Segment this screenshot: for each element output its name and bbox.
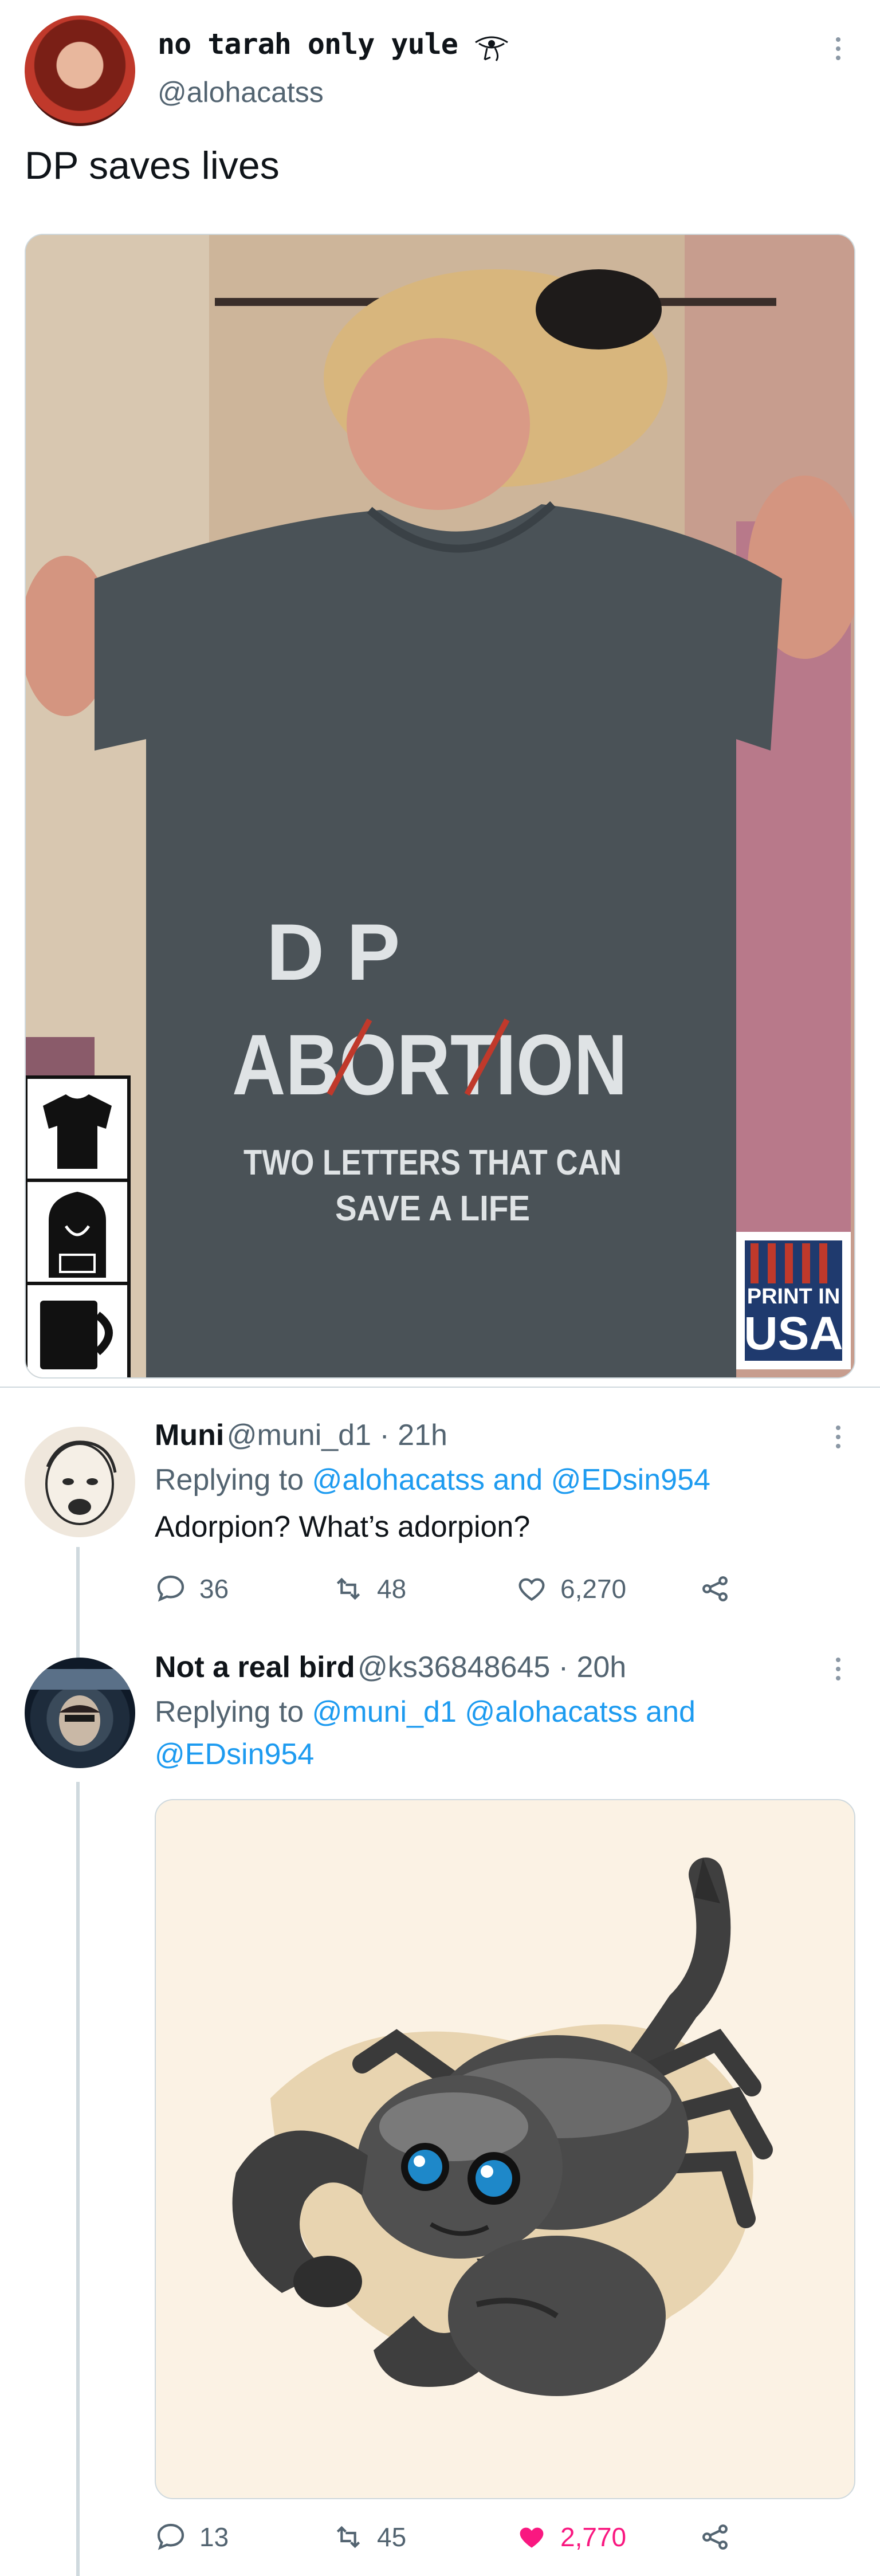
like-action[interactable]: 2,770 xyxy=(516,2521,626,2553)
reply-count: 13 xyxy=(199,2522,229,2552)
svg-text:USA: USA xyxy=(744,1307,843,1360)
reply-text: Adorpion? What’s adorpion? xyxy=(155,1510,531,1544)
shirt-main-text: ABORTION xyxy=(232,1016,627,1113)
mug-icon xyxy=(40,1301,97,1369)
reply-actions: 36 48 6,270 xyxy=(155,1573,842,1613)
replying-to-label: Replying to xyxy=(155,1463,312,1497)
reply-avatar[interactable] xyxy=(25,1427,135,1537)
heart-filled-icon xyxy=(520,2527,544,2548)
thread-connector xyxy=(76,1547,80,1662)
reply-header: Muni @muni_d1 · 21h xyxy=(155,1418,447,1452)
reply-author-name[interactable]: Not a real bird xyxy=(155,1651,355,1684)
share-icon xyxy=(702,1576,728,1601)
retweet-action[interactable]: 48 xyxy=(332,1573,406,1605)
more-options-icon[interactable] xyxy=(830,1420,847,1454)
replying-to-line: Replying to @muni_d1 @alohacatss and xyxy=(155,1695,696,1729)
share-action[interactable] xyxy=(699,1573,731,1605)
shirt-sub-text-2: SAVE A LIFE xyxy=(335,1189,530,1228)
replying-to-line-2: @EDsin954 xyxy=(155,1737,314,1772)
retweet-action[interactable]: 45 xyxy=(332,2521,406,2553)
heart-icon xyxy=(518,1578,545,1601)
reply-handle-time[interactable]: @ks36848645 · 20h xyxy=(358,1651,626,1684)
reply-author-name[interactable]: Muni xyxy=(155,1419,224,1452)
scorpion-illustration xyxy=(232,1858,773,2396)
reply-action[interactable]: 36 xyxy=(155,1573,229,1605)
more-options-icon[interactable] xyxy=(830,1652,847,1686)
author-avatar[interactable] xyxy=(25,15,135,126)
author-name[interactable]: no tarah only yule xyxy=(158,28,458,61)
author-handle[interactable]: @alohacatss xyxy=(158,76,324,109)
like-count: 6,270 xyxy=(560,1574,627,1604)
reply-actions: 13 45 2,770 xyxy=(155,2521,842,2561)
photo-illustration: D P ABORTION TWO LETTERS THAT CAN SAVE A… xyxy=(26,235,854,1377)
shirt-sub-text-1: TWO LETTERS THAT CAN xyxy=(243,1143,622,1183)
shirt-top-text: D P xyxy=(266,907,400,997)
reply-handle-time[interactable]: @muni_d1 · 21h xyxy=(227,1419,447,1452)
print-in-usa-badge: PRINT IN USA xyxy=(736,1232,851,1369)
retweet-icon xyxy=(336,2526,360,2548)
reply-count: 36 xyxy=(199,1574,229,1604)
section-divider xyxy=(0,1387,880,1388)
like-action[interactable]: 6,270 xyxy=(516,1573,626,1605)
reply-header: Not a real bird @ks36848645 · 20h xyxy=(155,1650,626,1684)
share-icon xyxy=(702,2524,728,2550)
eye-of-horus-icon xyxy=(475,36,508,61)
reply-action[interactable]: 13 xyxy=(155,2521,229,2553)
comment-icon xyxy=(157,2523,184,2550)
tweet-text: DP saves lives xyxy=(25,144,280,187)
comment-icon xyxy=(157,1575,184,1602)
like-count: 2,770 xyxy=(560,2522,627,2552)
share-action[interactable] xyxy=(699,2521,731,2553)
svg-text:PRINT IN: PRINT IN xyxy=(747,1285,840,1309)
reply-image[interactable] xyxy=(155,1799,855,2499)
retweet-icon xyxy=(336,1577,360,1600)
replying-to-line: Replying to @alohacatss and @EDsin954 xyxy=(155,1463,710,1497)
more-options-icon[interactable] xyxy=(830,32,847,66)
replying-to-link[interactable]: @muni_d1 @alohacatss and xyxy=(312,1695,696,1729)
replying-to-link[interactable]: @alohacatss and @EDsin954 xyxy=(312,1463,710,1497)
thread-connector xyxy=(76,1782,80,2576)
reply-avatar[interactable] xyxy=(25,1658,135,1768)
replying-to-label: Replying to xyxy=(155,1695,312,1729)
retweet-count: 45 xyxy=(377,2522,407,2552)
retweet-count: 48 xyxy=(377,1574,407,1604)
tweet-photo[interactable]: D P ABORTION TWO LETTERS THAT CAN SAVE A… xyxy=(25,234,855,1379)
replying-to-link[interactable]: @EDsin954 xyxy=(155,1738,314,1771)
